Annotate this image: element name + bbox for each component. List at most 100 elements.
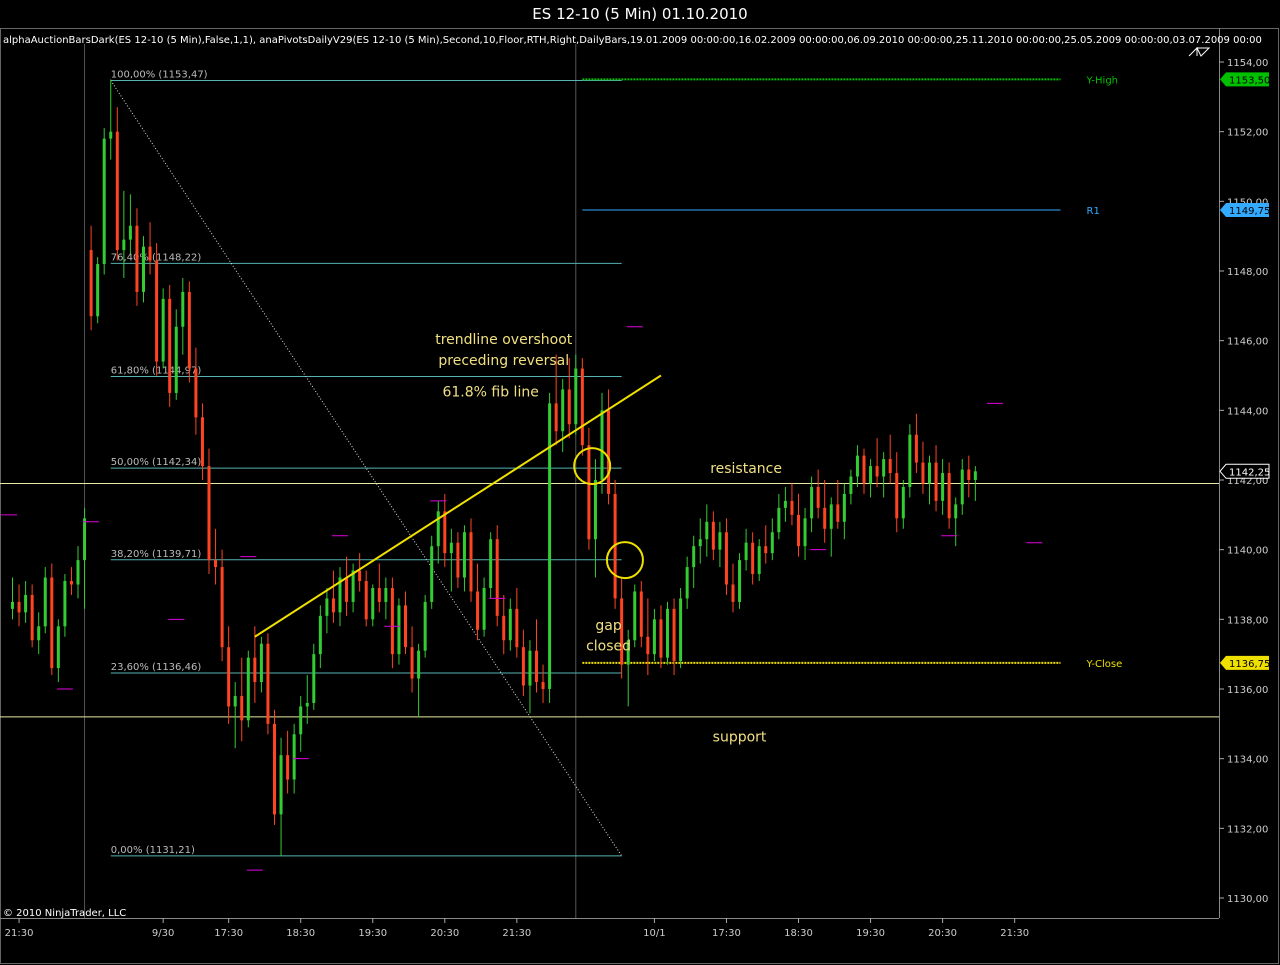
candle (397, 598, 401, 665)
candle (430, 535, 434, 609)
candle (967, 455, 971, 498)
price-axis[interactable]: 1154,001152,001150,001148,001146,001144,… (1219, 58, 1270, 905)
candle (174, 309, 178, 400)
candle (790, 483, 794, 526)
candle (659, 605, 663, 669)
chart-annotation: gap (595, 618, 621, 634)
price-marker: 1149,75 (1220, 203, 1270, 218)
candle (17, 584, 21, 627)
pivot-label: R1 (1087, 206, 1100, 217)
x-tick-label: 17:30 (712, 928, 741, 939)
chart-annotation: trendline overshoot (435, 332, 573, 348)
x-tick-label: 10/1 (643, 928, 665, 939)
candle (233, 682, 237, 749)
candle (155, 243, 159, 376)
candle (947, 462, 951, 529)
candle (345, 556, 349, 616)
price-chart[interactable]: alphaAuctionBarsDark(ES 12-10 (5 Min),Fa… (0, 28, 1280, 965)
candle (639, 581, 643, 648)
candle (371, 584, 375, 627)
candle (652, 608, 656, 662)
price-marker-label: 1153,50 (1229, 75, 1270, 86)
candle (679, 587, 683, 669)
x-tick-label: 19:30 (358, 928, 387, 939)
chart-annotation: closed (586, 639, 631, 655)
candle (246, 650, 250, 728)
candle (325, 587, 329, 634)
indicator-description: alphaAuctionBarsDark(ES 12-10 (5 Min),Fa… (3, 35, 1262, 46)
candle (423, 594, 427, 658)
y-tick-label: 1152,00 (1227, 128, 1268, 139)
candle (895, 452, 899, 533)
candle (666, 601, 669, 665)
candle (770, 518, 774, 561)
chart-annotation: preceding reversal (438, 353, 569, 369)
candlestick-series (1, 79, 1043, 871)
chart-annotation: resistance (710, 461, 782, 477)
candle (351, 563, 355, 613)
candle (751, 532, 755, 585)
fibonacci-retracement: 100,00% (1153,47)76,40% (1148,22)61,80% … (110, 69, 623, 857)
candle (574, 354, 578, 435)
candle (521, 629, 525, 696)
candle (364, 570, 368, 627)
candle (299, 695, 303, 752)
candle (849, 469, 853, 505)
candle (187, 281, 191, 383)
candle (410, 626, 414, 693)
y-tick-label: 1148,00 (1227, 267, 1268, 278)
candle (855, 445, 859, 487)
candle (764, 525, 768, 564)
x-tick-label: 20:30 (928, 928, 957, 939)
candle (482, 577, 486, 637)
candle (738, 553, 742, 609)
candle (227, 626, 231, 724)
candle (161, 288, 165, 369)
candle (63, 574, 67, 637)
price-marker-label: 1149,75 (1229, 206, 1270, 217)
candle (168, 284, 172, 407)
candle (489, 532, 493, 599)
candle (803, 507, 807, 561)
window-title: ES 12-10 (5 Min) 01.10.2010 (0, 0, 1280, 28)
candle (69, 567, 73, 595)
candle (76, 546, 80, 599)
candle (443, 493, 447, 568)
candle (286, 730, 290, 794)
candle (30, 584, 34, 648)
time-axis[interactable]: 21:30 9/30 17:30 18:30 19:30 20:30 21:30 10/1 17… (5, 918, 1029, 939)
candle (908, 424, 912, 498)
candle (797, 493, 800, 557)
x-tick-label: 21:30 (502, 928, 531, 939)
fib-level-label: 23,60% (1136,46) (111, 662, 202, 673)
candle (109, 79, 113, 160)
panel-collapse-icon[interactable] (1188, 46, 1211, 57)
candle (148, 222, 152, 275)
candle (338, 567, 342, 627)
candle (901, 480, 905, 529)
candle (476, 563, 480, 641)
candle (24, 581, 28, 623)
candle (757, 539, 761, 582)
candle (934, 445, 938, 512)
trendline (254, 374, 662, 638)
candle (214, 528, 218, 585)
candle (607, 389, 611, 505)
chart-frame (0, 28, 1279, 964)
price-marker: 1153,50 (1220, 72, 1270, 87)
x-tick-label: 21:30 (5, 928, 34, 939)
candle (705, 504, 709, 557)
candle (875, 438, 879, 487)
y-tick-label: 1134,00 (1227, 755, 1268, 766)
x-tick-label: 21:30 (1000, 928, 1029, 939)
price-marker: 1142,25 (1219, 463, 1270, 479)
candle (390, 577, 394, 669)
y-tick-label: 1140,00 (1227, 546, 1268, 557)
candle (515, 587, 519, 658)
candle (823, 480, 827, 543)
candle (731, 563, 735, 613)
candle (377, 563, 381, 613)
x-tick-label: 18:30 (784, 928, 813, 939)
candle (698, 518, 702, 564)
candle (50, 563, 54, 676)
